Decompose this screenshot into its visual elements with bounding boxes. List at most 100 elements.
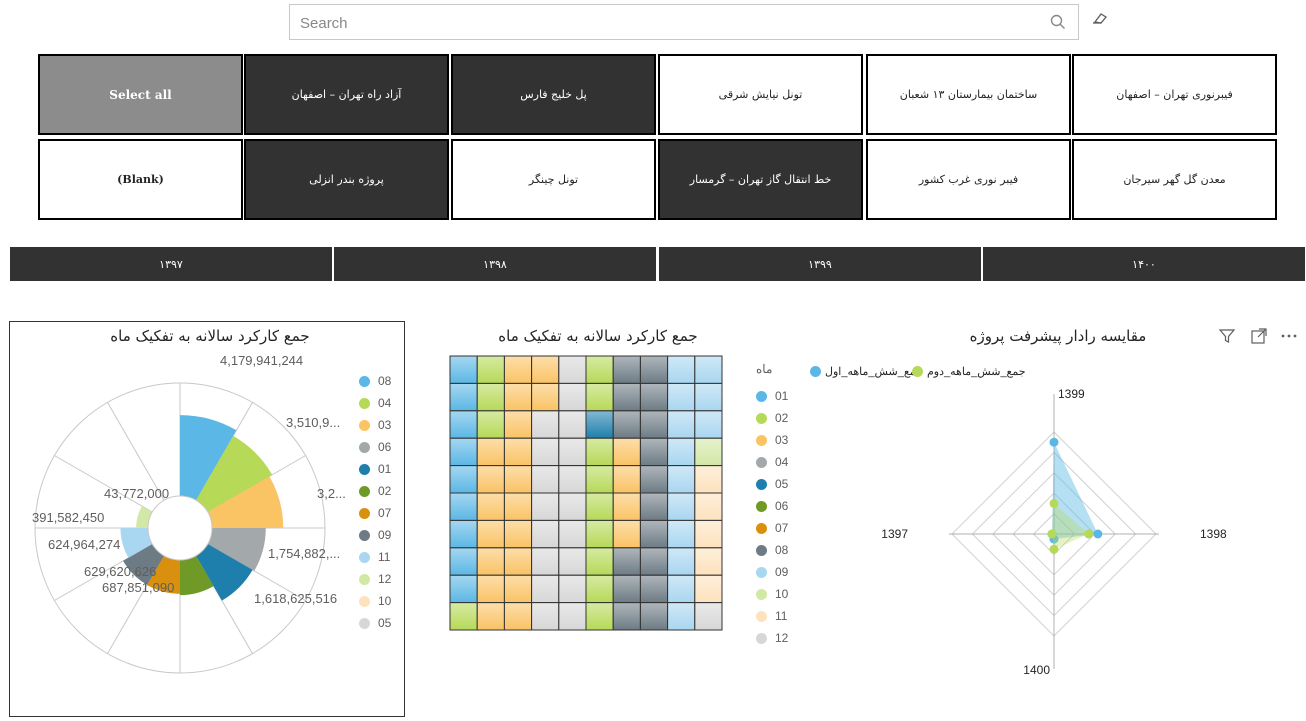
- heatmap-cell: [639, 465, 669, 494]
- legend-item[interactable]: 12: [359, 572, 391, 586]
- filter-icon[interactable]: [1218, 327, 1236, 345]
- heatmap-cell: [503, 602, 533, 631]
- slicer-tile[interactable]: پروژه بندر انزلی: [244, 139, 449, 220]
- legend-item[interactable]: 11: [359, 550, 390, 564]
- year-tile[interactable]: ۱۴۰۰: [983, 247, 1305, 281]
- heatmap-cell: [503, 574, 533, 604]
- legend-item[interactable]: 09: [756, 565, 788, 579]
- legend-item[interactable]: 06: [359, 440, 391, 454]
- legend-item[interactable]: 11: [756, 609, 787, 623]
- legend-item[interactable]: 04: [756, 455, 788, 469]
- radar-axis-label: 1397: [881, 527, 908, 541]
- heatmap-cell: [585, 492, 614, 521]
- legend-item[interactable]: 05: [756, 477, 788, 491]
- legend-item[interactable]: 02: [756, 411, 788, 425]
- eraser-icon[interactable]: [1092, 12, 1108, 24]
- slicer-tile[interactable]: Select all: [38, 54, 243, 135]
- radar-axis-label: 1399: [1058, 387, 1085, 401]
- radar-legend-item[interactable]: جمع_شش_ماهه_اول: [810, 365, 923, 378]
- year-tile[interactable]: ۱۳۹۸: [334, 247, 656, 281]
- legend-label: 11: [378, 550, 391, 564]
- year-tile[interactable]: ۱۳۹۹: [659, 247, 981, 281]
- heatmap-cell: [694, 465, 723, 494]
- legend-item[interactable]: 03: [359, 418, 391, 432]
- pie-chart: 4,179,941,244 3,510,9... 3,2... 1,754,882,.…: [32, 353, 346, 674]
- legend-label: 05: [378, 616, 392, 630]
- focus-mode-icon[interactable]: [1250, 327, 1268, 345]
- legend-label: 10: [775, 587, 789, 601]
- search-box[interactable]: [289, 4, 1079, 40]
- legend-item[interactable]: 10: [756, 587, 788, 601]
- slicer-tile[interactable]: ساختمان بیمارستان ۱۳ شعبان: [866, 54, 1071, 135]
- heatmap-cell: [694, 574, 723, 604]
- legend-item[interactable]: 10: [359, 594, 391, 608]
- heatmap-cell: [449, 602, 478, 631]
- legend-label: 03: [775, 433, 789, 447]
- slicer-tile[interactable]: خط انتقال گاز تهران – گرمسار: [658, 139, 863, 220]
- heatmap-cell: [531, 574, 560, 604]
- legend-item[interactable]: 06: [756, 499, 788, 513]
- legend-item[interactable]: 08: [756, 543, 788, 557]
- heatmap-cell: [612, 465, 641, 494]
- heatmap-cell: [449, 410, 478, 439]
- year-tile[interactable]: ۱۳۹۷: [10, 247, 332, 281]
- legend-label: 09: [378, 528, 392, 542]
- slicer-tile[interactable]: معدن گل گهر سیرجان: [1072, 139, 1277, 220]
- legend-marker: [756, 566, 767, 578]
- legend-item[interactable]: 08: [359, 374, 391, 388]
- legend-item[interactable]: 09: [359, 528, 391, 542]
- more-options-icon[interactable]: [1280, 333, 1298, 339]
- slicer-tile[interactable]: فیبر نوری غرب کشور: [866, 139, 1071, 220]
- slicer-tile[interactable]: فیبرنوری تهران – اصفهان: [1072, 54, 1277, 135]
- legend-marker: [756, 522, 767, 534]
- legend-marker: [359, 573, 370, 585]
- heatmap-cell: [612, 547, 641, 576]
- search-input[interactable]: [298, 11, 1042, 35]
- pie-data-label: 687,851,090: [102, 580, 174, 595]
- heatmap-cell: [476, 492, 505, 521]
- legend-label: 05: [775, 477, 789, 491]
- legend-item[interactable]: 02: [359, 484, 391, 498]
- pie-data-label: 3,2...: [317, 486, 346, 501]
- heatmap-cell: [694, 355, 723, 384]
- heatmap-cell: [612, 355, 641, 384]
- heatmap-cell: [503, 547, 533, 576]
- legend-marker: [359, 595, 370, 607]
- heatmap-cell: [476, 437, 505, 467]
- slicer-tile[interactable]: تونل چینگر: [451, 139, 656, 220]
- heatmap-cell: [667, 437, 696, 467]
- heatmap-cell: [667, 602, 696, 631]
- radar-point: [1047, 529, 1057, 539]
- legend-item[interactable]: 04: [359, 396, 391, 410]
- heatmap-cell: [585, 382, 614, 412]
- radar-legend-item[interactable]: جمع_شش_ماهه_دوم: [912, 365, 1026, 378]
- legend-item[interactable]: 05: [359, 616, 391, 630]
- pie-data-label: 624,964,274: [48, 537, 120, 552]
- search-icon[interactable]: [1050, 14, 1066, 30]
- slicer-tile[interactable]: آزاد راه تهران – اصفهان: [244, 54, 449, 135]
- pie-data-label: 43,772,000: [104, 486, 169, 501]
- radar-axis-label: 1400: [1023, 663, 1050, 677]
- heatmap-cell: [503, 410, 533, 439]
- legend-item[interactable]: 07: [756, 521, 788, 535]
- heatmap-cell: [503, 465, 533, 494]
- heatmap-cell: [612, 602, 641, 631]
- legend-label: 08: [775, 543, 789, 557]
- heatmap-cell: [667, 519, 696, 549]
- slicer-tile[interactable]: پل خلیج فارس: [451, 54, 656, 135]
- legend-item[interactable]: 03: [756, 433, 788, 447]
- legend-label: 09: [775, 565, 789, 579]
- legend-item[interactable]: 12: [756, 631, 788, 645]
- legend-marker: [756, 610, 767, 622]
- heatmap-cell: [612, 492, 641, 521]
- heatmap-cell: [639, 492, 669, 521]
- legend-item[interactable]: 01: [359, 462, 391, 476]
- slicer-tile[interactable]: تونل نیایش شرقی: [658, 54, 863, 135]
- legend-item[interactable]: 07: [359, 506, 391, 520]
- legend-item[interactable]: 01: [756, 389, 788, 403]
- legend-marker: [756, 456, 767, 468]
- slicer-tile[interactable]: (Blank): [38, 139, 243, 220]
- heatmap-cell: [639, 547, 669, 576]
- legend-marker: [810, 366, 821, 377]
- radar-title: مقایسه رادار پیشرفت پروژه: [969, 327, 1147, 345]
